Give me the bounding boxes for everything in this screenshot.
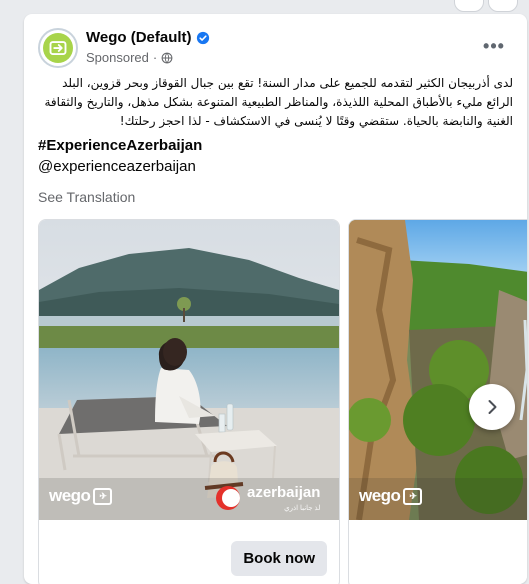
wego-logo-text: wego bbox=[49, 486, 91, 505]
more-options-button[interactable]: ••• bbox=[479, 34, 509, 58]
handle-text: @experienceazerbaijan bbox=[38, 158, 196, 175]
wego-logo-text: wego bbox=[359, 486, 401, 505]
azerbaijan-logo-subtext: لذ جانبا اذري bbox=[284, 505, 321, 512]
azerbaijan-logo-mark-icon bbox=[216, 486, 240, 510]
sponsored-line: Sponsored · bbox=[86, 50, 173, 65]
post-body-text: لدى أذربيجان الكثير لتقدمه للجميع على مد… bbox=[44, 76, 514, 128]
wego-brand-logo: wego ✈ bbox=[359, 486, 423, 506]
sponsored-post-card: Wego (Default) Sponsored · ••• لدى أذربي… bbox=[24, 14, 527, 584]
sponsored-label[interactable]: Sponsored bbox=[86, 50, 149, 65]
carousel-next-button[interactable] bbox=[469, 384, 515, 430]
ad-carousel: wego ✈ azerbaijan لذ جانبا اذري Book now bbox=[38, 219, 527, 584]
post-header: Wego (Default) Sponsored · ••• bbox=[38, 28, 513, 70]
wego-brand-logo: wego ✈ bbox=[49, 486, 113, 506]
woman-by-lake-photo[interactable] bbox=[39, 220, 339, 520]
more-icon: ••• bbox=[483, 35, 505, 56]
plane-icon: ✈ bbox=[93, 487, 113, 505]
page-name[interactable]: Wego (Default) bbox=[86, 29, 192, 46]
see-translation-link[interactable]: See Translation bbox=[38, 189, 135, 205]
page-name-link[interactable]: Wego (Default) bbox=[86, 29, 210, 46]
page-avatar[interactable] bbox=[38, 28, 78, 68]
hashtag-link[interactable]: #ExperienceAzerbaijan bbox=[38, 137, 202, 154]
plane-icon: ✈ bbox=[403, 487, 423, 505]
canyon-waterfall-photo[interactable] bbox=[349, 220, 527, 520]
top-toolbar-chip[interactable] bbox=[454, 0, 484, 12]
wego-plane-logo-icon bbox=[43, 33, 73, 63]
azerbaijan-brand-logo: azerbaijan لذ جانبا اذري bbox=[215, 484, 320, 512]
top-toolbar-chip[interactable] bbox=[488, 0, 518, 12]
verified-badge-icon bbox=[196, 31, 209, 44]
globe-icon[interactable] bbox=[161, 52, 173, 64]
chevron-right-icon bbox=[488, 400, 497, 414]
azerbaijan-logo-text: azerbaijan bbox=[247, 484, 321, 501]
book-now-button[interactable]: Book now bbox=[231, 541, 327, 576]
carousel-card-1[interactable]: wego ✈ azerbaijan لذ جانبا اذري Book now bbox=[38, 219, 340, 584]
